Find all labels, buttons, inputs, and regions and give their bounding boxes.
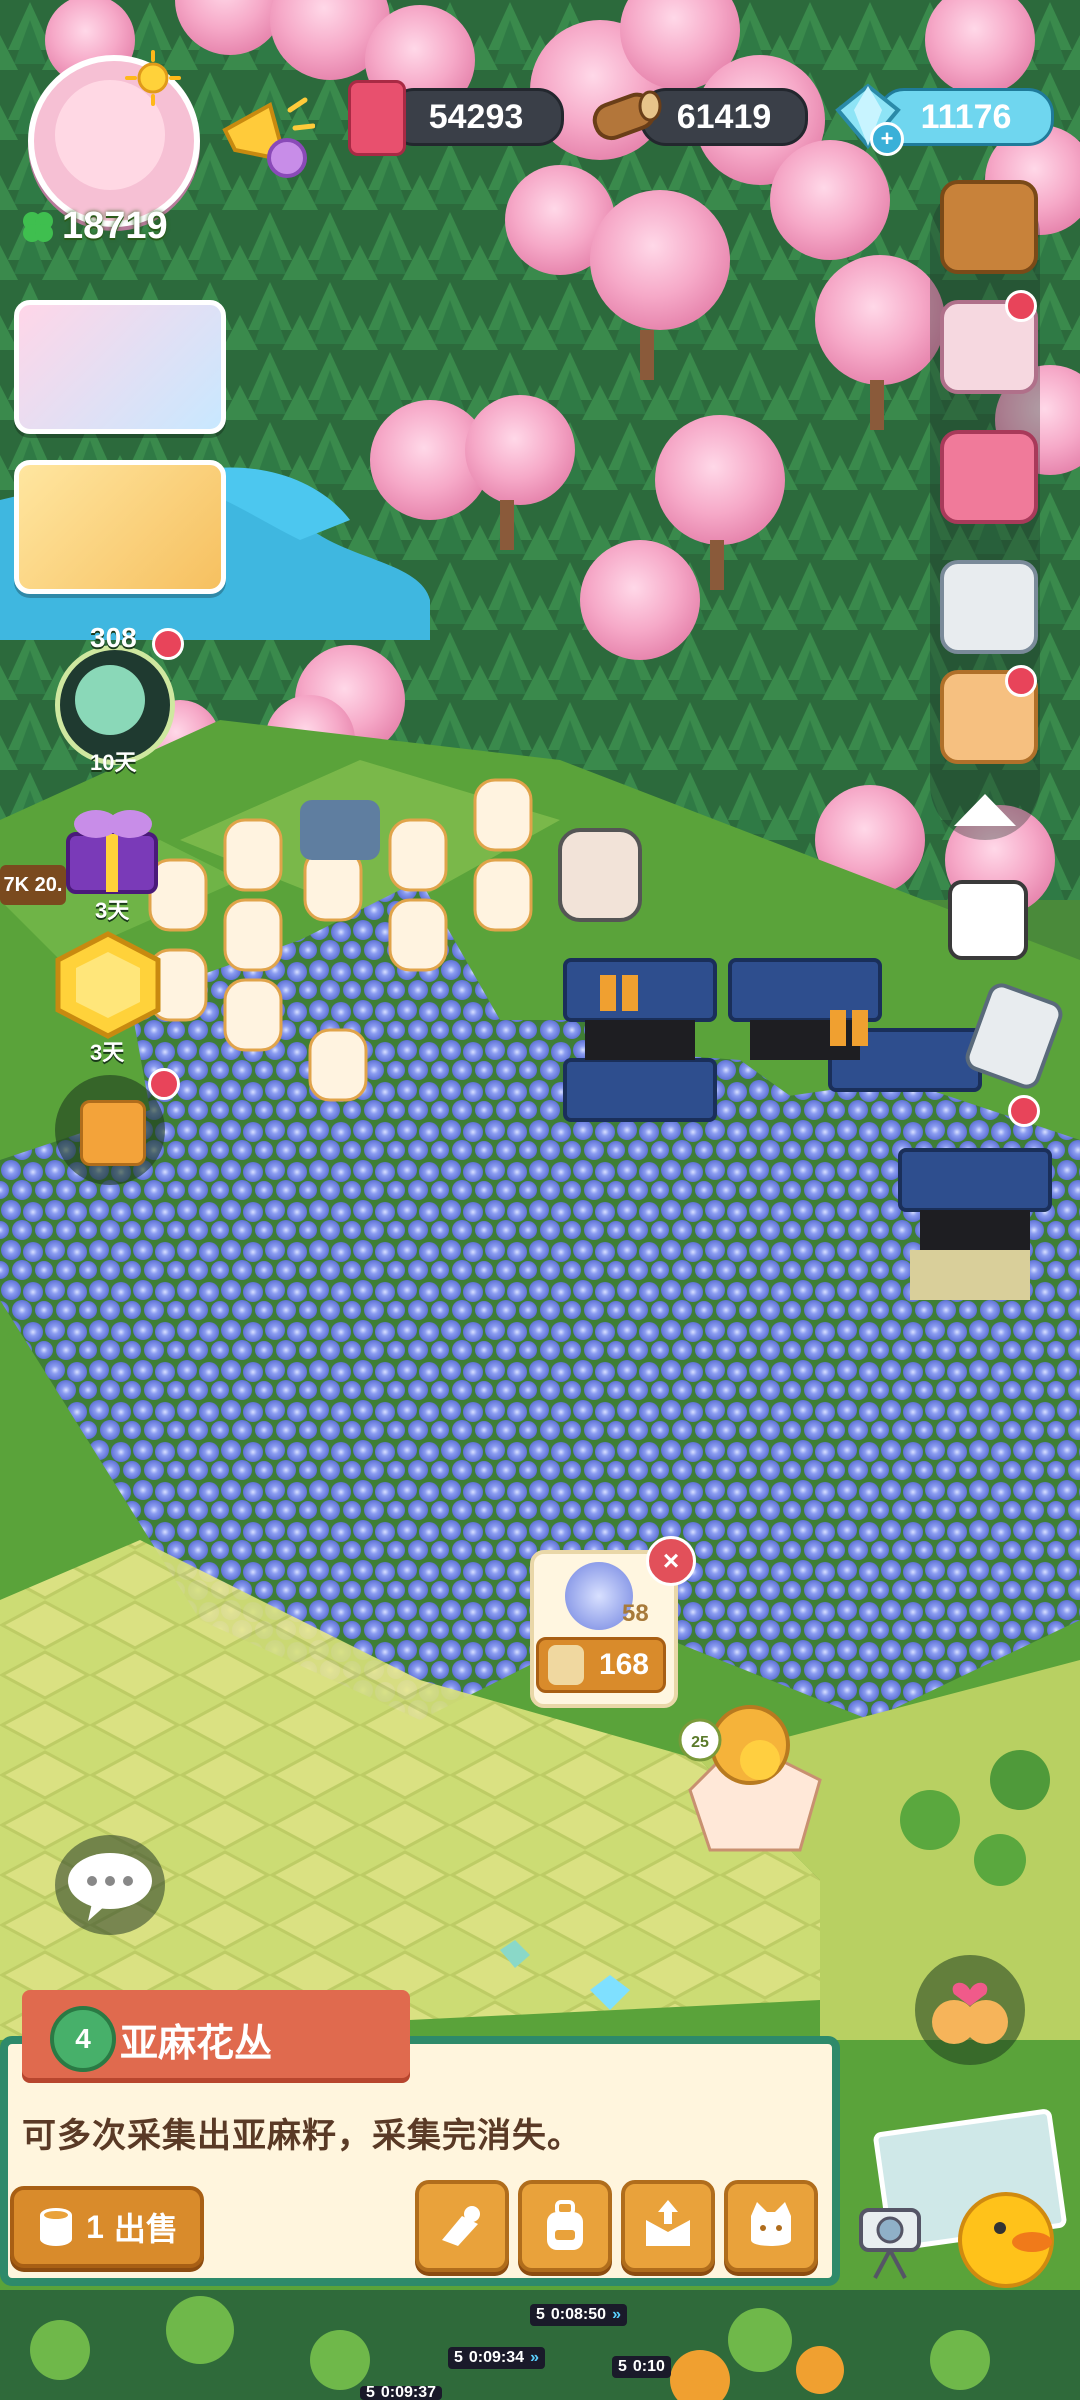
harvest-cost: 168 xyxy=(598,1648,649,1681)
sell-button[interactable]: 1 出售 xyxy=(10,2186,204,2268)
potion-icon xyxy=(348,80,406,156)
backpack-icon xyxy=(547,2200,583,2250)
svg-text:25: 25 xyxy=(691,1734,709,1751)
notification-dot xyxy=(1008,1095,1040,1127)
promo-banner-2[interactable] xyxy=(14,460,226,594)
item-title: 亚麻花丛 xyxy=(120,2023,273,2065)
sun-icon xyxy=(125,50,181,106)
event-count: 308 xyxy=(90,622,137,653)
house-icon xyxy=(80,1100,146,1166)
gold-coin-icon[interactable] xyxy=(48,930,168,1040)
sell-count: 1 xyxy=(86,2208,104,2245)
timer-level: 5 xyxy=(366,2386,375,2400)
remote-button[interactable] xyxy=(940,560,1038,654)
timer-level: 5 xyxy=(618,2358,627,2375)
event-days: 10天 xyxy=(90,750,137,775)
build-timer: 5 0:09:37 xyxy=(360,2386,443,2400)
broom-icon xyxy=(548,1645,584,1685)
notification-dot xyxy=(1005,290,1037,322)
timer-level: 5 xyxy=(536,2306,545,2323)
stock-label: 7K 20. xyxy=(0,865,66,905)
gift-days: 3天 xyxy=(95,898,130,923)
item-description: 可多次采集出亚麻籽，采集完消失。 xyxy=(22,2117,582,2155)
timer-time: 0:10 xyxy=(632,2358,665,2375)
promo-banner-1[interactable] xyxy=(14,300,226,434)
gem-counter[interactable]: 11176 xyxy=(878,88,1054,146)
potion-counter[interactable]: 54293 xyxy=(388,88,564,146)
timer-time: 0:09:34 xyxy=(468,2349,525,2366)
coin-stack-icon xyxy=(40,2208,73,2246)
duck-mascot-icon xyxy=(958,2192,1054,2288)
level-value: 4 xyxy=(75,2023,91,2054)
cat-icon xyxy=(751,2202,791,2246)
gift-box-icon[interactable] xyxy=(56,800,168,900)
clover-value: 18719 xyxy=(62,205,168,247)
ducks-heart-icon xyxy=(932,1982,1008,2044)
cat-button[interactable] xyxy=(724,2180,818,2272)
fast-forward-icon: » xyxy=(530,2349,539,2366)
clover-counter: 18719 xyxy=(18,205,168,248)
album-button[interactable] xyxy=(940,430,1038,524)
backpack-button[interactable] xyxy=(518,2180,612,2272)
close-icon[interactable]: × xyxy=(646,1536,696,1586)
build-timer: 5 0:09:34 » xyxy=(448,2347,545,2369)
wood-log-icon xyxy=(592,90,662,141)
store-icon xyxy=(646,2200,690,2246)
timer-time: 0:08:50 xyxy=(550,2306,607,2323)
potion-value: 54293 xyxy=(428,97,524,136)
treasure-chest-button[interactable] xyxy=(940,180,1038,274)
build-timer: 5 0:08:50 » xyxy=(530,2304,627,2326)
announcement-horn-icon[interactable] xyxy=(215,90,315,180)
chat-bubble-icon xyxy=(68,1853,152,1921)
harvest-icon xyxy=(442,2206,480,2246)
notification-dot xyxy=(1005,665,1037,697)
gem-value: 11176 xyxy=(920,97,1012,136)
flower-count: 58 xyxy=(622,1600,649,1627)
timer-time: 0:09:37 xyxy=(380,2386,437,2400)
add-gem-button[interactable]: + xyxy=(870,122,904,156)
sell-label: 出售 xyxy=(113,2211,178,2247)
notification-dot xyxy=(152,628,184,660)
camera-button[interactable] xyxy=(948,880,1028,960)
harvest-button[interactable] xyxy=(415,2180,509,2272)
collapse-arrow-icon[interactable] xyxy=(950,790,1020,830)
camera-icon xyxy=(859,2208,921,2279)
globe-icon xyxy=(75,665,145,735)
store-button[interactable] xyxy=(621,2180,715,2272)
level-badge: 4 xyxy=(50,2006,116,2072)
fast-forward-icon: » xyxy=(612,2306,621,2323)
wood-value: 61419 xyxy=(676,97,772,136)
timer-level: 5 xyxy=(454,2349,463,2366)
build-timer: 5 0:10 xyxy=(612,2356,671,2378)
notification-dot xyxy=(148,1068,180,1100)
clover-icon xyxy=(23,211,53,242)
coin-days: 3天 xyxy=(90,1040,125,1065)
